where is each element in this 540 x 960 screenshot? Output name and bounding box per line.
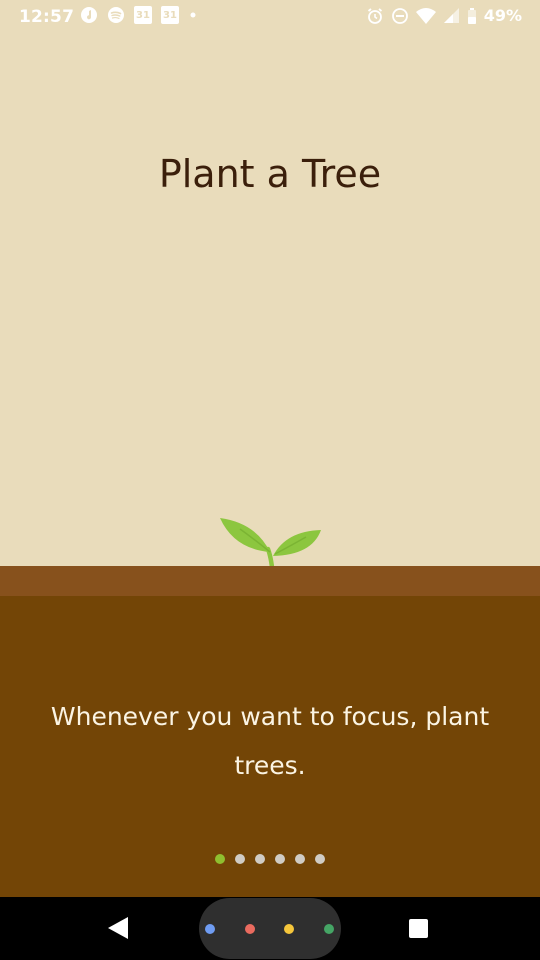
calendar-icon: 31 <box>161 6 179 24</box>
ground-surface <box>0 566 540 596</box>
page-dot[interactable] <box>295 854 305 864</box>
status-bar: 12:57 31 31 49% <box>0 0 540 34</box>
do-not-disturb-icon <box>391 7 408 24</box>
battery-icon <box>467 7 476 24</box>
page-dot[interactable] <box>235 854 245 864</box>
assistant-dot-green <box>324 924 334 934</box>
wifi-icon <box>415 7 436 24</box>
music-icon <box>81 7 97 23</box>
dot-icon <box>190 12 196 18</box>
calendar-icon: 31 <box>134 6 152 24</box>
battery-percentage: 49% <box>483 6 522 25</box>
spotify-icon <box>108 7 124 23</box>
system-icons: 49% <box>366 6 522 25</box>
assistant-dot-red <box>245 924 255 934</box>
recents-icon[interactable] <box>409 919 428 938</box>
page-indicator <box>0 854 540 864</box>
signal-icon <box>443 7 459 23</box>
onboarding-title: Plant a Tree <box>158 152 382 196</box>
navigation-bar <box>0 897 540 960</box>
onboarding-description: Whenever you want to focus, plant trees. <box>50 702 490 780</box>
onboarding-screen: 12:57 31 31 49% Plant a Tree Whenever yo… <box>0 0 540 960</box>
alarm-icon <box>367 7 382 24</box>
page-dot-active[interactable] <box>215 854 225 864</box>
back-icon[interactable] <box>108 917 128 939</box>
home-button[interactable] <box>199 898 341 959</box>
page-dot[interactable] <box>275 854 285 864</box>
status-time: 12:57 <box>19 7 75 27</box>
notification-icons: 31 31 <box>80 6 198 24</box>
assistant-dot-blue <box>205 924 215 934</box>
page-dot[interactable] <box>255 854 265 864</box>
assistant-dot-yellow <box>284 924 294 934</box>
page-dot[interactable] <box>315 854 325 864</box>
